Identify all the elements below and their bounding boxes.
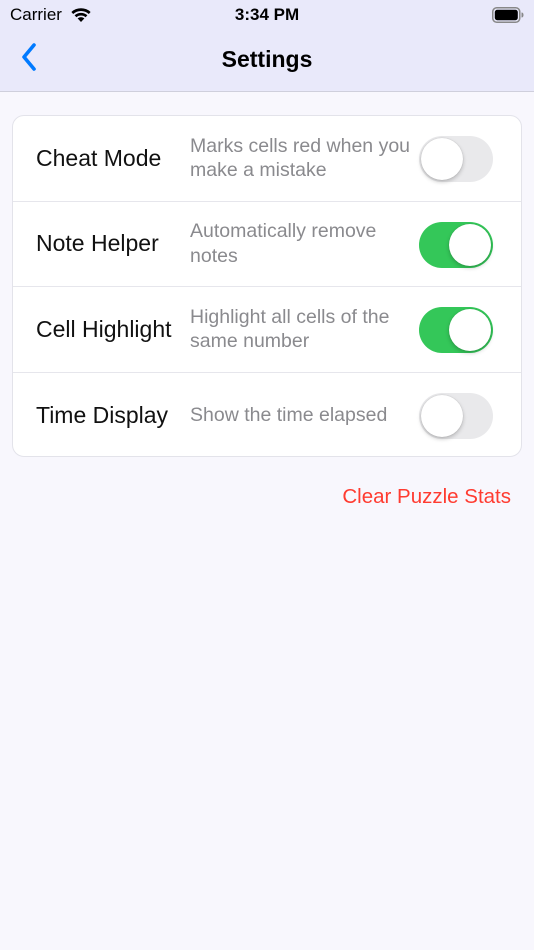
setting-title: Cell Highlight [36, 315, 172, 342]
toggle-knob [449, 223, 491, 266]
setting-title: Note Helper [36, 230, 159, 257]
battery-icon [492, 7, 524, 23]
time-display-toggle[interactable] [419, 392, 493, 439]
setting-row-time-display: Time Display Show the time elapsed [13, 373, 521, 457]
cheat-mode-toggle[interactable] [419, 136, 493, 182]
setting-row-cell-highlight: Cell Highlight Highlight all cells of th… [13, 287, 521, 373]
settings-screen: Carrier 3:34 PM Settings Cheat Mode Mark… [0, 0, 534, 950]
setting-row-note-helper: Note Helper Automatically remove notes [13, 202, 521, 287]
navigation-bar: Settings [0, 30, 534, 92]
top-bar: Carrier 3:34 PM Settings [0, 0, 534, 92]
setting-row-cheat-mode: Cheat Mode Marks cells red when you make… [13, 116, 521, 202]
status-bar: Carrier 3:34 PM [0, 0, 534, 30]
setting-title: Cheat Mode [36, 144, 162, 171]
cell-highlight-toggle[interactable] [419, 307, 493, 353]
toggle-knob [421, 138, 463, 180]
toggle-knob [421, 394, 463, 437]
setting-description: Automatically remove notes [190, 220, 377, 267]
note-helper-toggle[interactable] [419, 221, 493, 268]
clear-puzzle-stats-button[interactable]: Clear Puzzle Stats [342, 485, 511, 509]
setting-description: Highlight all cells of the same number [190, 305, 390, 353]
setting-description: Marks cells red when you make a mistake [190, 134, 411, 182]
page-title: Settings [221, 46, 313, 72]
setting-description: Show the time elapsed [190, 404, 388, 426]
status-time: 3:34 PM [234, 5, 300, 24]
setting-title: Time Display [36, 401, 169, 428]
settings-list: Cheat Mode Marks cells red when you make… [12, 115, 522, 457]
toggle-knob [449, 309, 491, 351]
